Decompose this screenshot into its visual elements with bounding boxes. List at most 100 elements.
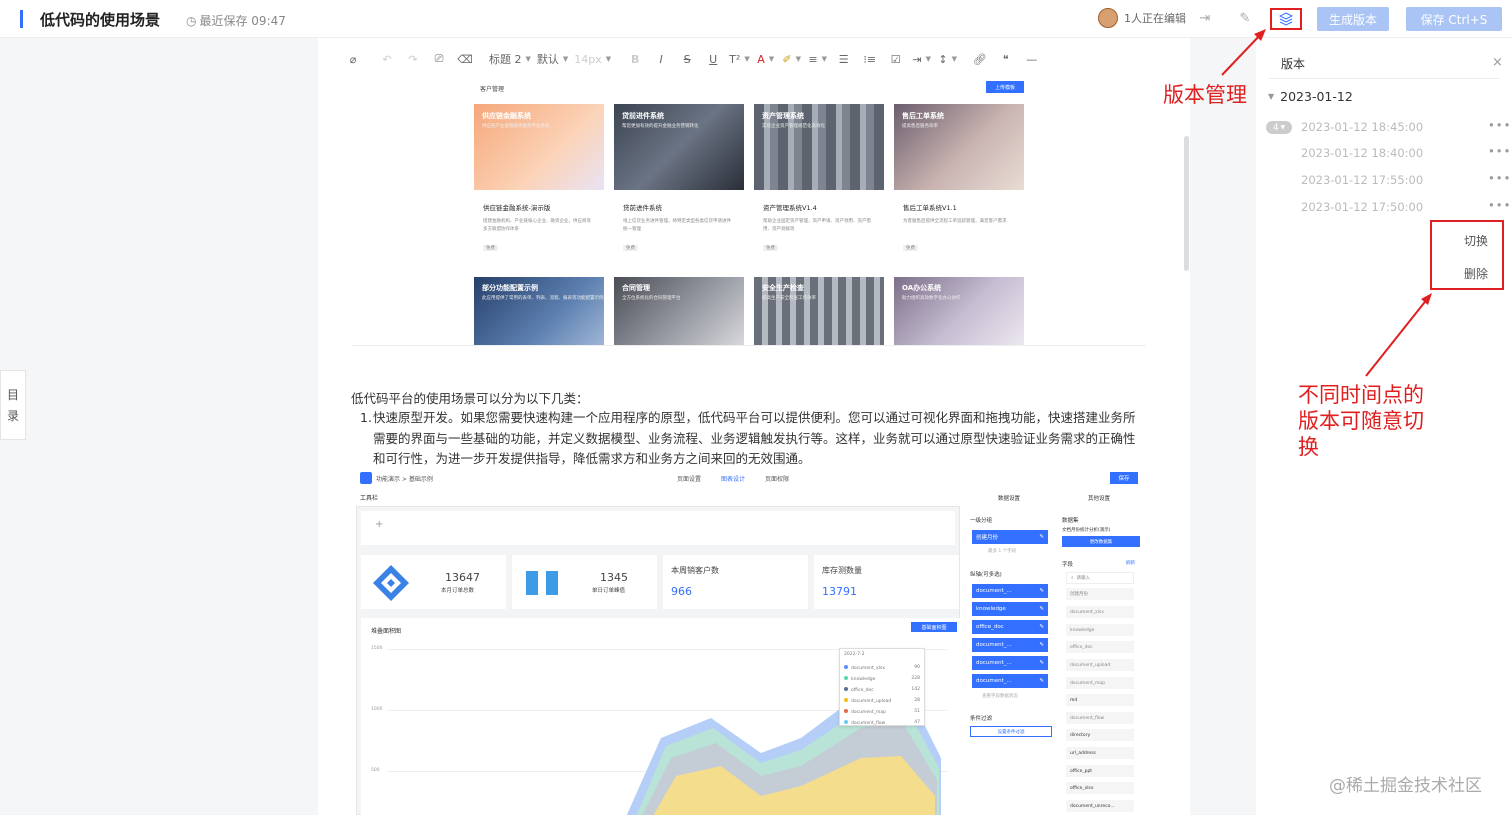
doc-title[interactable]: 低代码的使用场景	[40, 9, 160, 30]
card-sub: 供应链产业金融融资服务平台系统	[482, 124, 550, 129]
diamond-logo-icon	[373, 565, 409, 601]
generate-version-button[interactable]: 生成版本	[1317, 7, 1389, 31]
font-select[interactable]: 默认 ▼	[534, 48, 571, 70]
dashboard-tabs: 页面设置 图表设计 页面权限	[677, 474, 789, 483]
version-button[interactable]	[1270, 8, 1302, 30]
font-size-select[interactable]: 14px ▼	[571, 48, 614, 70]
switch-version-item[interactable]: 切换	[1464, 232, 1488, 249]
editors-text: 1人正在编辑	[1124, 12, 1186, 25]
heading-select[interactable]: 标题 2 ▼	[486, 48, 534, 70]
kpi-label: 单日订单峰值	[592, 588, 626, 594]
pane-section: 条件过滤	[970, 716, 993, 722]
tooltip-row: document_xlsx 90	[844, 662, 920, 673]
badge-count: 4	[1272, 122, 1279, 133]
kpi-number: 13791	[822, 585, 857, 598]
dashboard-tab-active: 图表设计	[721, 476, 746, 483]
tooltip-value: 51	[914, 709, 920, 714]
layers-icon	[1279, 12, 1293, 26]
version-date-group[interactable]: ▼ 2023-01-12	[1268, 89, 1353, 104]
undo-icon[interactable]: ↶	[374, 48, 400, 70]
avatar[interactable]	[1098, 8, 1118, 28]
toc-toggle[interactable]: 目 录	[0, 370, 26, 440]
dashboard-image: 功能演示 > 基础示例 页面设置 图表设计 页面权限 保存 工具栏 + 1364…	[352, 468, 1146, 815]
save-button[interactable]: 保存 Ctrl+S	[1406, 7, 1502, 31]
toc-label-1: 目	[6, 388, 19, 402]
export-icon[interactable]: ⇥	[1196, 10, 1214, 28]
edit-icon[interactable]: ✎	[1236, 10, 1254, 28]
field-item: document_flow	[1066, 712, 1134, 724]
annotation-version-mgmt: 版本管理	[1163, 83, 1247, 107]
more-icon[interactable]: •••	[1488, 118, 1511, 132]
list-item[interactable]: 1. 快速原型开发。如果您需要快速构建一个应用程序的原型，低代码平台可以提供便利…	[360, 408, 1145, 470]
version-context-menu: 切换 删除	[1430, 220, 1504, 290]
bullet-list-icon[interactable]: ☰	[831, 48, 857, 70]
caret-down-icon: ▼	[1280, 124, 1286, 131]
underline-icon[interactable]: U	[700, 48, 726, 70]
save-status-text: 最近保存 09:47	[199, 14, 286, 28]
close-icon[interactable]: ×	[1492, 55, 1503, 70]
indent-icon[interactable]: ⇥ ▼	[909, 48, 935, 70]
field-item: document_xlsx	[1066, 606, 1134, 618]
template-gallery-image: 客户管理 上传模板 供应链金融系统 供应链产业金融融资服务平台系统 供应链金融系…	[352, 78, 1146, 346]
card-desc: 帮助企业固定资产管理，资产申请、资产领用、资产借用、资产调拨等	[763, 219, 871, 232]
version-item[interactable]: 4 ▼ 2023-01-12 18:45:00 •••	[1256, 116, 1512, 142]
version-item[interactable]: 2023-01-12 17:55:00 •••	[1256, 169, 1512, 195]
card-header: 安全生产检查	[762, 284, 804, 292]
field-search-placeholder: 请输入	[1076, 576, 1091, 581]
font-color-icon[interactable]: A ▼	[753, 48, 779, 70]
ordered-list-icon[interactable]: ⁝≡	[857, 48, 883, 70]
stacked-area-chart: 堆叠面积图 基础面积图 1500 1000 500 2022-7-2 docum…	[361, 618, 961, 815]
pane-item-label: document_...	[976, 660, 1012, 666]
quote-icon[interactable]: ❝	[993, 48, 1019, 70]
italic-icon[interactable]: I	[648, 48, 674, 70]
legend-dot	[844, 675, 848, 680]
card-image: 供应链金融系统 供应链产业金融融资服务平台系统	[474, 104, 604, 190]
dashboard-tab: 页面设置	[677, 476, 702, 483]
version-item[interactable]: 2023-01-12 18:40:00 •••	[1256, 142, 1512, 168]
editors-indicator[interactable]: 1人正在编辑	[1098, 8, 1186, 28]
edit-icon: ✎	[1039, 660, 1044, 666]
field-search: ⌕ 请输入	[1066, 572, 1134, 584]
field-item: url_address	[1066, 747, 1134, 759]
eraser-icon[interactable]: ⌫	[452, 48, 478, 70]
template-card-image: OA办公系统 助力组织高效数字化办公协作	[894, 277, 1024, 345]
kpi-number: 966	[671, 585, 692, 598]
more-icon[interactable]: •••	[1488, 198, 1511, 212]
more-icon[interactable]: •••	[1488, 144, 1511, 158]
kpi-card: 13647 本月订单总数	[361, 555, 506, 609]
clear-format-icon[interactable]: ⌀	[340, 48, 366, 70]
card-header: 资产管理系统	[762, 112, 804, 120]
pane-item: knowledge ✎	[972, 602, 1048, 616]
tooltip-row: knowledge 228	[844, 673, 920, 684]
card-tag: 免费	[483, 245, 498, 251]
legend-dot	[844, 697, 848, 702]
kpi-number: 1345	[600, 571, 628, 584]
bold-icon[interactable]: B	[622, 48, 648, 70]
align-icon[interactable]: ≡ ▼	[805, 48, 831, 70]
version-date: 2023-01-12	[1280, 89, 1353, 104]
intro-paragraph[interactable]: 低代码平台的使用场景可以分为以下几类：	[351, 388, 589, 407]
legend-dot	[844, 664, 848, 669]
pane-hint: 查看字段数据状态	[982, 694, 1018, 699]
version-item[interactable]: 2023-01-12 17:50:00 •••	[1256, 196, 1512, 222]
superscript-icon[interactable]: T² ▼	[726, 48, 753, 70]
checklist-icon[interactable]: ☑	[883, 48, 909, 70]
line-height-icon[interactable]: ↕ ▼	[935, 48, 961, 70]
redo-icon[interactable]: ↷	[400, 48, 426, 70]
format-painter-icon[interactable]: ⎚	[426, 48, 452, 70]
link-icon[interactable]: 🔗︎	[967, 48, 993, 70]
card-sub: 提高生产安全检查工作效率	[762, 296, 816, 301]
tooltip-row: office_doc 142	[844, 684, 920, 695]
divider-icon[interactable]: —	[1019, 48, 1045, 70]
pane-section: 字段	[1062, 562, 1074, 568]
pane-hint: 最多 1 个字段	[988, 549, 1017, 554]
dashboard-toolbar-label: 工具栏	[360, 495, 379, 502]
delete-version-item[interactable]: 删除	[1464, 265, 1488, 282]
kpi-label: 本周销客户数	[671, 566, 719, 575]
highlight-icon[interactable]: ✐ ▼	[779, 48, 805, 70]
version-count-badge: 4 ▼	[1266, 121, 1292, 134]
strikethrough-icon[interactable]: S	[674, 48, 700, 70]
more-icon[interactable]: •••	[1488, 171, 1511, 185]
scrollbar[interactable]	[1184, 136, 1189, 271]
field-item: md	[1066, 694, 1134, 706]
